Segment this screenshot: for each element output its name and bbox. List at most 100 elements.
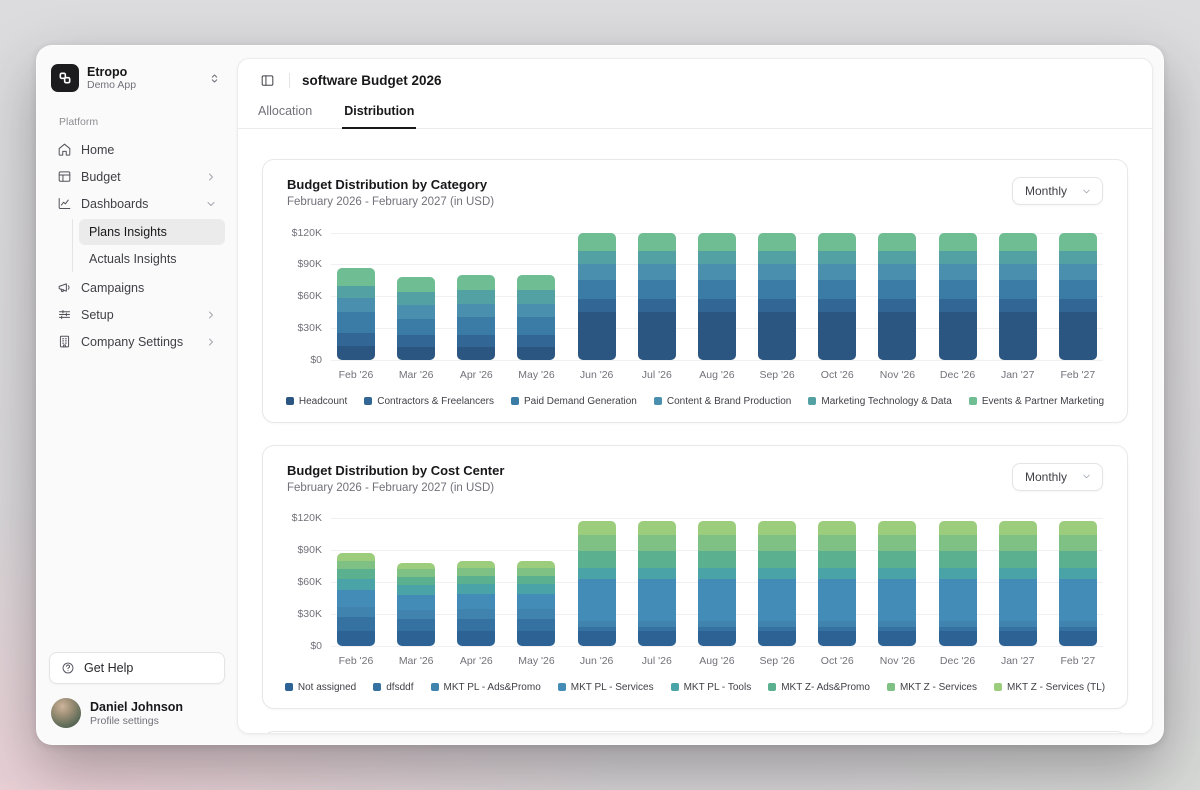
bar-segment[interactable] <box>638 568 676 579</box>
bar-segment[interactable] <box>939 251 977 265</box>
period-select[interactable]: Monthly <box>1012 463 1103 491</box>
stacked-bar[interactable] <box>818 233 856 360</box>
bar-segment[interactable] <box>698 233 736 251</box>
stacked-bar[interactable] <box>939 233 977 360</box>
bar-segment[interactable] <box>698 312 736 360</box>
stacked-bar[interactable] <box>457 561 495 646</box>
stacked-bar[interactable] <box>517 561 555 646</box>
bar-segment[interactable] <box>1059 312 1097 360</box>
bar-segment[interactable] <box>397 347 435 360</box>
bar-segment[interactable] <box>698 579 736 621</box>
bar-segment[interactable] <box>1059 264 1097 280</box>
bar-segment[interactable] <box>818 251 856 265</box>
bar-segment[interactable] <box>337 268 375 286</box>
stacked-bar[interactable] <box>818 521 856 646</box>
bar-segment[interactable] <box>397 577 435 585</box>
bar-segment[interactable] <box>517 631 555 646</box>
bar-segment[interactable] <box>337 286 375 299</box>
stacked-bar[interactable] <box>758 233 796 360</box>
legend-item[interactable]: Marketing Technology & Data <box>808 396 951 407</box>
bar-segment[interactable] <box>939 521 977 536</box>
legend-item[interactable]: Paid Demand Generation <box>511 396 637 407</box>
stacked-bar[interactable] <box>517 275 555 360</box>
bar-segment[interactable] <box>999 579 1037 621</box>
bar-segment[interactable] <box>337 590 375 607</box>
bar-segment[interactable] <box>397 569 435 576</box>
bar-segment[interactable] <box>878 264 916 280</box>
bar-segment[interactable] <box>1059 521 1097 536</box>
bar-segment[interactable] <box>517 275 555 290</box>
bar-segment[interactable] <box>578 521 616 536</box>
bar-segment[interactable] <box>638 264 676 280</box>
bar-segment[interactable] <box>878 631 916 646</box>
stacked-bar[interactable] <box>337 268 375 360</box>
bar-segment[interactable] <box>758 251 796 265</box>
bar-segment[interactable] <box>999 521 1037 536</box>
bar-segment[interactable] <box>517 619 555 631</box>
stacked-bar[interactable] <box>878 233 916 360</box>
content-scroll-area[interactable]: Budget Distribution by Category February… <box>238 129 1152 733</box>
bar-segment[interactable] <box>878 280 916 299</box>
bar-segment[interactable] <box>638 280 676 299</box>
stacked-bar[interactable] <box>1059 521 1097 646</box>
bar-segment[interactable] <box>818 579 856 621</box>
bar-segment[interactable] <box>758 535 796 551</box>
bar-segment[interactable] <box>397 610 435 620</box>
bar-segment[interactable] <box>578 312 616 360</box>
bar-segment[interactable] <box>939 579 977 621</box>
bar-segment[interactable] <box>698 299 736 312</box>
legend-item[interactable]: MKT PL - Services <box>558 682 654 693</box>
bar-segment[interactable] <box>939 631 977 646</box>
bar-segment[interactable] <box>517 335 555 347</box>
bar-segment[interactable] <box>939 280 977 299</box>
bar-segment[interactable] <box>337 553 375 560</box>
bar-segment[interactable] <box>878 251 916 265</box>
stacked-bar[interactable] <box>698 521 736 646</box>
legend-item[interactable]: MKT PL - Ads&Promo <box>431 682 541 693</box>
bar-segment[interactable] <box>698 551 736 568</box>
bar-segment[interactable] <box>939 233 977 251</box>
bar-segment[interactable] <box>397 292 435 305</box>
sidebar-item-actuals-insights[interactable]: Actuals Insights <box>79 246 225 272</box>
bar-segment[interactable] <box>578 299 616 312</box>
sidebar-item-setup[interactable]: Setup <box>49 301 225 328</box>
bar-segment[interactable] <box>758 579 796 621</box>
bar-segment[interactable] <box>698 631 736 646</box>
stacked-bar[interactable] <box>758 521 796 646</box>
bar-segment[interactable] <box>878 568 916 579</box>
bar-segment[interactable] <box>337 346 375 360</box>
legend-item[interactable]: dfsddf <box>373 682 413 693</box>
bar-segment[interactable] <box>337 561 375 569</box>
bar-segment[interactable] <box>818 568 856 579</box>
bar-segment[interactable] <box>698 264 736 280</box>
bar-segment[interactable] <box>758 299 796 312</box>
bar-segment[interactable] <box>578 264 616 280</box>
bar-segment[interactable] <box>457 594 495 609</box>
bar-segment[interactable] <box>457 619 495 631</box>
legend-item[interactable]: MKT Z - Services (TL) <box>994 682 1105 693</box>
bar-segment[interactable] <box>758 631 796 646</box>
bar-segment[interactable] <box>517 290 555 304</box>
stacked-bar[interactable] <box>457 275 495 360</box>
bar-segment[interactable] <box>457 304 495 318</box>
stacked-bar[interactable] <box>578 521 616 646</box>
bar-segment[interactable] <box>878 312 916 360</box>
legend-item[interactable]: Headcount <box>286 396 347 407</box>
bar-segment[interactable] <box>698 521 736 536</box>
stacked-bar[interactable] <box>638 521 676 646</box>
tab-distribution[interactable]: Distribution <box>342 102 416 129</box>
sidebar-item-plans-insights[interactable]: Plans Insights <box>79 219 225 245</box>
sidebar-item-campaigns[interactable]: Campaigns <box>49 274 225 301</box>
bar-segment[interactable] <box>517 576 555 584</box>
bar-segment[interactable] <box>818 299 856 312</box>
bar-segment[interactable] <box>457 290 495 304</box>
org-switcher[interactable]: Etropo Demo App <box>49 62 225 94</box>
stacked-bar[interactable] <box>337 553 375 645</box>
period-select[interactable]: Monthly <box>1012 177 1103 205</box>
bar-segment[interactable] <box>999 251 1037 265</box>
legend-item[interactable]: MKT Z - Services <box>887 682 977 693</box>
bar-segment[interactable] <box>999 233 1037 251</box>
bar-segment[interactable] <box>578 233 616 251</box>
bar-segment[interactable] <box>758 280 796 299</box>
bar-segment[interactable] <box>758 551 796 568</box>
